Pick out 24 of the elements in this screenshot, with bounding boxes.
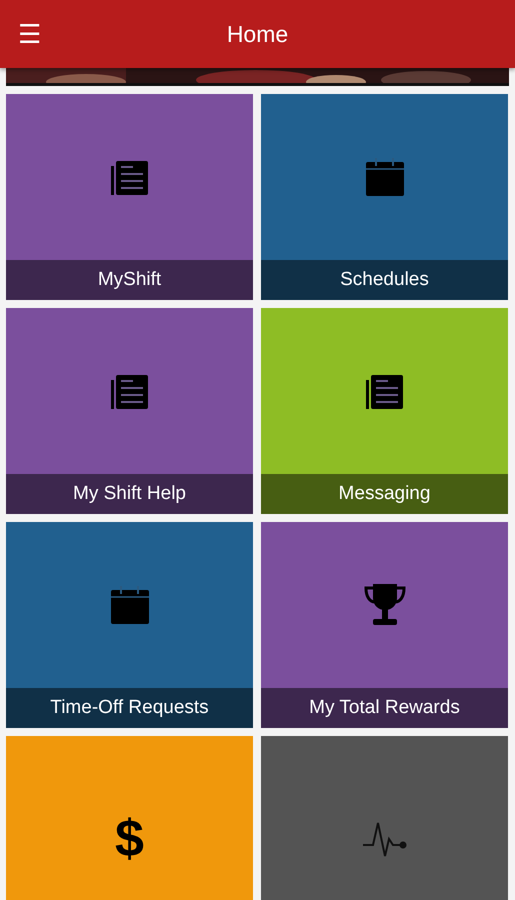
menu-tile[interactable]: MyShift (6, 94, 253, 300)
dollar-icon: $ (115, 813, 144, 865)
heartbeat-icon (362, 820, 406, 858)
calendar-icon (366, 158, 404, 196)
menu-tile[interactable]: $ (6, 736, 253, 900)
menu-tile[interactable]: Messaging (261, 308, 508, 514)
tile-label: MyShift (6, 260, 253, 300)
menu-tile[interactable] (261, 736, 508, 900)
menu-tile[interactable]: Schedules (261, 94, 508, 300)
document-icon (366, 372, 404, 410)
trophy-icon (362, 583, 406, 627)
tile-label: My Total Rewards (261, 688, 508, 728)
tile-label: Time-Off Requests (6, 688, 253, 728)
tile-label: My Shift Help (6, 474, 253, 514)
tile-label: Schedules (261, 260, 508, 300)
tile-label: Messaging (261, 474, 508, 514)
document-icon (110, 158, 148, 196)
menu-tile[interactable]: Time-Off Requests (6, 522, 253, 728)
page-title: Home (226, 20, 290, 48)
menu-tile[interactable]: My Total Rewards (261, 522, 508, 728)
document-icon (110, 372, 148, 410)
menu-button[interactable]: ☰ (0, 21, 60, 47)
calendar-icon (110, 586, 148, 624)
menu-tile[interactable]: My Shift Help (6, 308, 253, 514)
